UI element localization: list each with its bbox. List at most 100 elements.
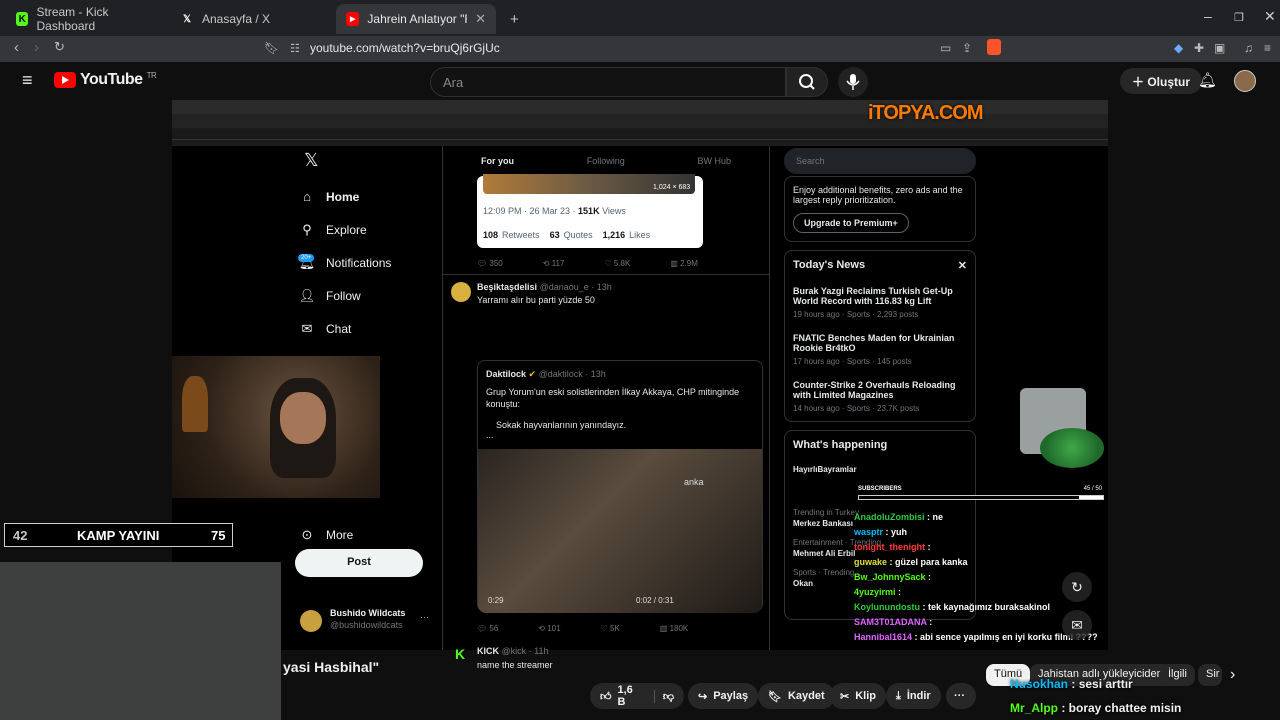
kamp-left-count: 42 bbox=[13, 528, 28, 543]
notification-badge: 20+ bbox=[298, 254, 315, 262]
quote-handle: @daktilock · 13h bbox=[538, 369, 606, 379]
x-nav-more[interactable]: ⊙ More bbox=[300, 518, 450, 551]
browser-tab-strip: K Stream - Kick Dashboard 𝕏 Anasayfa / X… bbox=[0, 0, 1280, 36]
like-count[interactable]: ♡ 5K bbox=[601, 624, 620, 633]
tab-following[interactable]: Following bbox=[587, 156, 625, 166]
tab-for-you[interactable]: For you bbox=[481, 156, 514, 166]
region-code: TR bbox=[146, 70, 157, 80]
site-info-icon[interactable]: ☷ bbox=[290, 42, 300, 55]
mascot-face bbox=[1040, 428, 1104, 468]
reload-icon[interactable]: ↻ bbox=[54, 39, 65, 55]
repost-count[interactable]: ⟲ 117 bbox=[543, 259, 565, 268]
kamp-right-count: 75 bbox=[211, 528, 226, 543]
plus-icon: ＋ bbox=[1132, 75, 1148, 89]
tab-x-home[interactable]: 𝕏 Anasayfa / X bbox=[170, 4, 335, 34]
extension-icon[interactable]: ◆ bbox=[1174, 41, 1183, 55]
avatar[interactable] bbox=[1234, 70, 1256, 92]
clip-button[interactable]: ✂ Klip bbox=[830, 683, 886, 709]
x-nav-notifications[interactable]: 🔔︎ Notifications bbox=[299, 246, 450, 279]
close-icon[interactable]: ✕ bbox=[958, 259, 967, 272]
chat-text: : bbox=[925, 572, 932, 582]
save-button[interactable]: 🔖︎ Kaydet bbox=[758, 683, 835, 709]
news-headline[interactable]: FNATIC Benches Maden for Ukrainian Rooki… bbox=[793, 333, 967, 353]
create-button[interactable]: ＋ Oluştur bbox=[1120, 68, 1203, 94]
close-window-icon[interactable]: ✕ bbox=[1264, 8, 1276, 25]
tab-title: Jahrein Anlatıyor "Fonlanan H bbox=[367, 12, 467, 26]
whats-happening-title: What's happening bbox=[793, 439, 888, 451]
cast-icon[interactable]: ▭ bbox=[940, 41, 951, 55]
news-headline[interactable]: Burak Yazgi Reclaims Turkish Get-Up Worl… bbox=[793, 286, 967, 306]
url-field[interactable]: youtube.com/watch?v=bruQj6rGjUc bbox=[310, 41, 500, 55]
reply-count[interactable]: 💬︎ 350 bbox=[477, 259, 503, 268]
subscribers-count: 45 / 50 bbox=[1083, 486, 1102, 492]
menu-icon[interactable]: ≡ bbox=[1264, 41, 1271, 55]
share-page-icon[interactable]: ⇪ bbox=[962, 41, 972, 55]
download-button[interactable]: ⤓ İndir bbox=[886, 683, 941, 709]
views-stat[interactable]: ▥ 2.9M bbox=[670, 259, 698, 268]
media-icon[interactable]: ♫ bbox=[1244, 41, 1253, 55]
sidebar-icon[interactable]: ▣ bbox=[1214, 41, 1225, 55]
chat-message: guwake : güzel para kanka bbox=[854, 557, 1110, 572]
extensions-puzzle-icon[interactable]: ✚ bbox=[1194, 41, 1204, 55]
chip-related[interactable]: İlgili bbox=[1160, 664, 1195, 686]
search-icon: ⚲ bbox=[302, 221, 312, 237]
tab-bw-hub[interactable]: BW Hub bbox=[697, 156, 731, 166]
x-nav-chat[interactable]: ✉ Chat bbox=[300, 312, 450, 345]
bookmark-icon[interactable]: 🔖︎ bbox=[264, 41, 279, 55]
brave-shield-icon[interactable] bbox=[987, 39, 1001, 55]
search-button[interactable] bbox=[786, 67, 828, 97]
search-input[interactable]: Ara bbox=[430, 67, 786, 97]
chat-username: 4yuzyirmi bbox=[854, 587, 896, 597]
tweet-handle: @kick · 11h bbox=[501, 646, 549, 656]
like-icon[interactable]: 👍︎ bbox=[600, 690, 612, 703]
bottom-chat-message: Mr_Alpp : boray chattee misin bbox=[1010, 701, 1182, 715]
reply-count[interactable]: 💬︎ 56 bbox=[477, 624, 498, 633]
like-count[interactable]: 1,6 B bbox=[618, 684, 638, 708]
quoted-tweet[interactable]: Daktilock ✔ @daktilock · 13h Grup Yorum'… bbox=[477, 360, 763, 613]
tab-kick-dashboard[interactable]: K Stream - Kick Dashboard bbox=[6, 4, 166, 34]
voice-search-button[interactable] bbox=[838, 67, 868, 97]
chip-more[interactable]: Sir bbox=[1198, 664, 1222, 686]
views-stat[interactable]: ▥ 180K bbox=[660, 624, 688, 633]
chat-message: wasptr : yuh bbox=[854, 527, 1110, 542]
x-feed: For you Following BW Hub 1,024 × 683 12:… bbox=[442, 146, 770, 670]
quoted-video[interactable]: anka 0:29 0:02 / 0:31 bbox=[478, 449, 762, 613]
restore-icon[interactable]: ❐ bbox=[1234, 11, 1244, 24]
tab-youtube-video[interactable]: ▶ Jahrein Anlatıyor "Fonlanan H ✕ bbox=[336, 4, 496, 34]
more-actions-button[interactable]: ··· bbox=[946, 683, 976, 709]
hamburger-menu-icon[interactable]: ≡ bbox=[22, 70, 33, 91]
share-button[interactable]: ↪ Paylaş bbox=[688, 683, 759, 709]
account-switcher[interactable]: Bushido Wildcats @bushidowildcats ··· bbox=[300, 608, 440, 632]
youtube-logo[interactable]: YouTube TR bbox=[54, 70, 157, 89]
trend-head[interactable]: HayırlıBayramlar bbox=[793, 465, 967, 474]
repost-count[interactable]: ⟲ 101 bbox=[538, 624, 560, 633]
todays-news-title: Today's News bbox=[793, 259, 866, 271]
address-bar: ‹ › ↻ 🔖︎ ☷ youtube.com/watch?v=bruQj6rGj… bbox=[0, 36, 1280, 62]
minimize-icon[interactable]: – bbox=[1204, 8, 1212, 24]
chevron-right-icon[interactable]: › bbox=[1230, 666, 1235, 684]
tweet-handle: @danaou_e · 13h bbox=[539, 282, 612, 292]
premium-text: Enjoy additional benefits, zero ads and … bbox=[793, 185, 963, 205]
upgrade-premium-button[interactable]: Upgrade to Premium+ bbox=[793, 213, 909, 233]
news-headline[interactable]: Counter-Strike 2 Overhauls Reloading wit… bbox=[793, 380, 967, 400]
x-search-input[interactable]: Search bbox=[784, 148, 976, 174]
notifications-bell-icon[interactable]: 🔔︎ bbox=[1198, 71, 1217, 89]
message-icon[interactable]: ✉ bbox=[1062, 610, 1092, 640]
tweet[interactable]: Beşiktaşdelisi @danaou_e · 13h Yarramı a… bbox=[451, 282, 761, 305]
refresh-icon[interactable]: ↻ bbox=[1062, 572, 1092, 602]
like-count[interactable]: ♡ 5.8K bbox=[604, 259, 630, 268]
x-nav-follow[interactable]: 👤︎ Follow bbox=[299, 279, 450, 312]
close-tab-icon[interactable]: ✕ bbox=[475, 11, 486, 27]
embedded-post-card[interactable]: 1,024 × 683 12:09 PM · 26 Mar 23 · 151K … bbox=[477, 174, 703, 248]
new-tab-button[interactable]: + bbox=[500, 4, 529, 34]
post-button[interactable]: Post bbox=[295, 549, 423, 577]
x-nav-explore[interactable]: ⚲ Explore bbox=[300, 213, 450, 246]
x-logo-icon[interactable]: 𝕏 bbox=[304, 150, 450, 180]
x-nav-home[interactable]: ⌂ Home bbox=[300, 180, 450, 213]
back-icon[interactable]: ‹ bbox=[14, 39, 19, 56]
tab-title: Anasayfa / X bbox=[202, 12, 271, 26]
forward-icon[interactable]: › bbox=[34, 39, 39, 56]
dislike-icon[interactable]: 👎︎ bbox=[653, 689, 674, 703]
youtube-play-icon bbox=[54, 72, 76, 88]
subscribers-label: SUBSCRIBERS bbox=[858, 486, 902, 492]
